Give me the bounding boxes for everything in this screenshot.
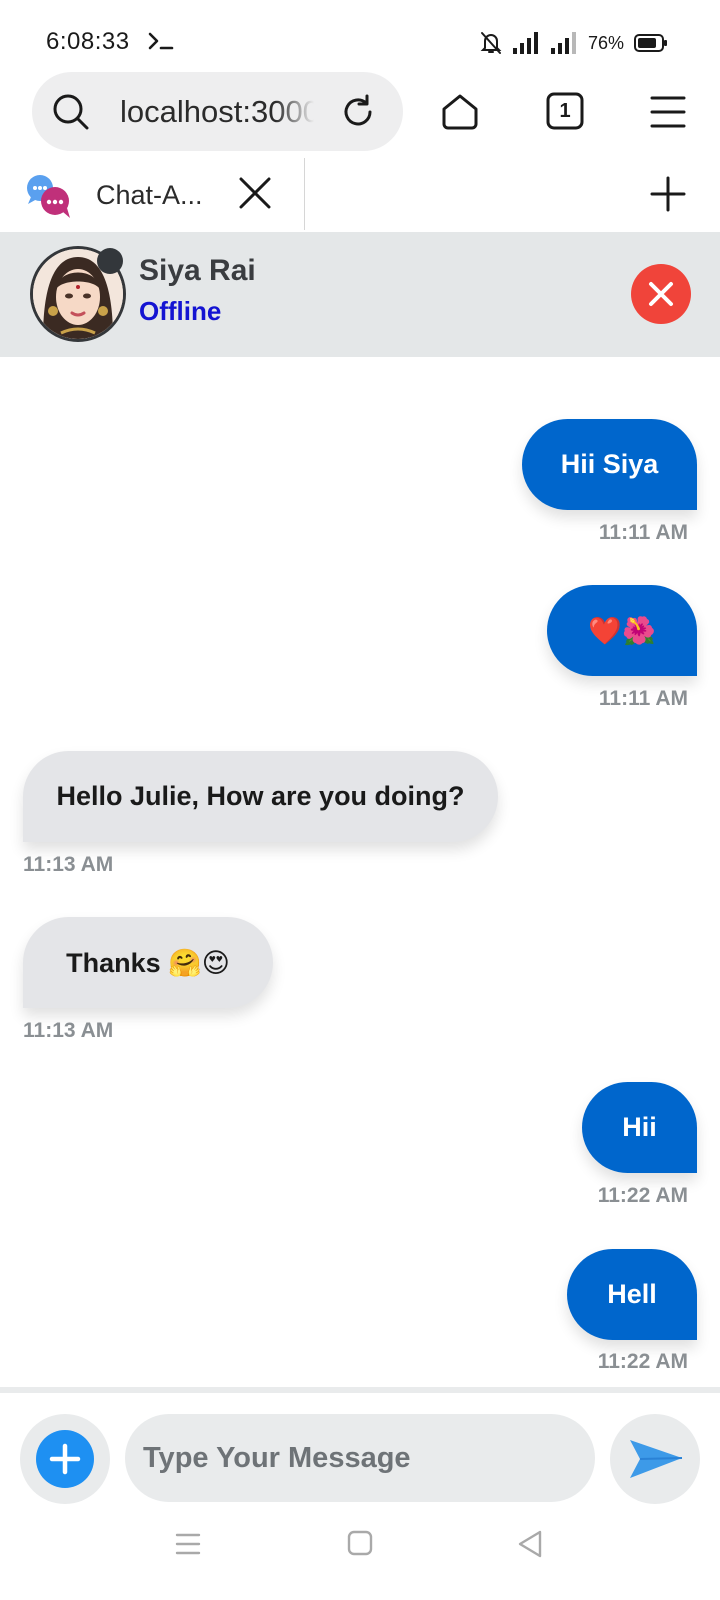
mute-icon	[480, 32, 502, 54]
message-bubble-incoming[interactable]: Hello Julie, How are you doing?	[23, 751, 498, 842]
close-icon[interactable]	[238, 176, 272, 210]
system-navigation-bar	[0, 1507, 720, 1600]
battery-percent: 76%	[587, 32, 624, 53]
presence-indicator	[97, 248, 123, 274]
attach-button-inner[interactable]	[36, 1430, 94, 1488]
menu-icon[interactable]	[650, 94, 686, 130]
tab-title[interactable]: Chat-A...	[96, 180, 203, 211]
tabs-button[interactable]: 1	[546, 92, 584, 130]
send-icon[interactable]	[628, 1436, 684, 1482]
recents-icon[interactable]	[175, 1531, 201, 1557]
url-text[interactable]: localhost:3000	[120, 94, 314, 130]
chat-favicon-icon	[27, 175, 70, 218]
message-time: 11:13 AM	[23, 853, 114, 876]
plus-icon[interactable]	[650, 176, 686, 212]
close-icon[interactable]	[648, 281, 674, 307]
message-bubble-outgoing[interactable]: ❤️🌺	[547, 585, 697, 676]
message-bubble-incoming[interactable]: Thanks 🤗😍	[23, 917, 273, 1008]
back-icon[interactable]	[516, 1529, 544, 1559]
chat-header: Siya Rai Offline	[0, 232, 720, 357]
status-time: 6:08:33	[46, 28, 130, 55]
send-button[interactable]	[610, 1414, 700, 1504]
message-time: 11:11 AM	[598, 521, 688, 544]
status-bar: 6:08:33 76%	[0, 0, 720, 72]
reload-icon[interactable]	[340, 94, 376, 130]
message-list: Hii Siya 11:11 AM ❤️🌺 11:11 AM Hello Jul…	[0, 357, 720, 1387]
signal-icon	[512, 32, 538, 54]
signal-icon	[550, 32, 576, 54]
tab-divider	[304, 158, 305, 230]
battery-icon	[634, 34, 667, 52]
contact-status: Offline	[139, 296, 222, 326]
message-composer	[0, 1387, 720, 1507]
plus-icon[interactable]	[49, 1443, 81, 1475]
message-time: 11:13 AM	[23, 1019, 114, 1042]
contact-name: Siya Rai	[139, 254, 256, 287]
home-icon[interactable]	[440, 92, 480, 132]
status-indicators: 76%	[480, 30, 668, 56]
terminal-icon	[148, 32, 174, 50]
message-bubble-outgoing[interactable]: Hii	[582, 1082, 697, 1173]
attach-button[interactable]	[20, 1414, 110, 1504]
close-chat-button[interactable]	[631, 264, 691, 324]
message-time: 11:22 AM	[597, 1184, 688, 1207]
message-time: 11:22 AM	[597, 1350, 688, 1373]
url-bar[interactable]: localhost:3000	[32, 72, 403, 151]
tabs-count: 1	[559, 100, 571, 122]
search-icon[interactable]	[52, 93, 90, 131]
message-bubble-outgoing[interactable]: Hell	[567, 1249, 697, 1340]
message-bubble-outgoing[interactable]: Hii Siya	[522, 419, 697, 510]
message-time: 11:11 AM	[598, 687, 688, 710]
message-input[interactable]	[125, 1414, 595, 1502]
home-icon[interactable]	[346, 1529, 374, 1557]
tab-strip: Chat-A...	[0, 158, 720, 232]
